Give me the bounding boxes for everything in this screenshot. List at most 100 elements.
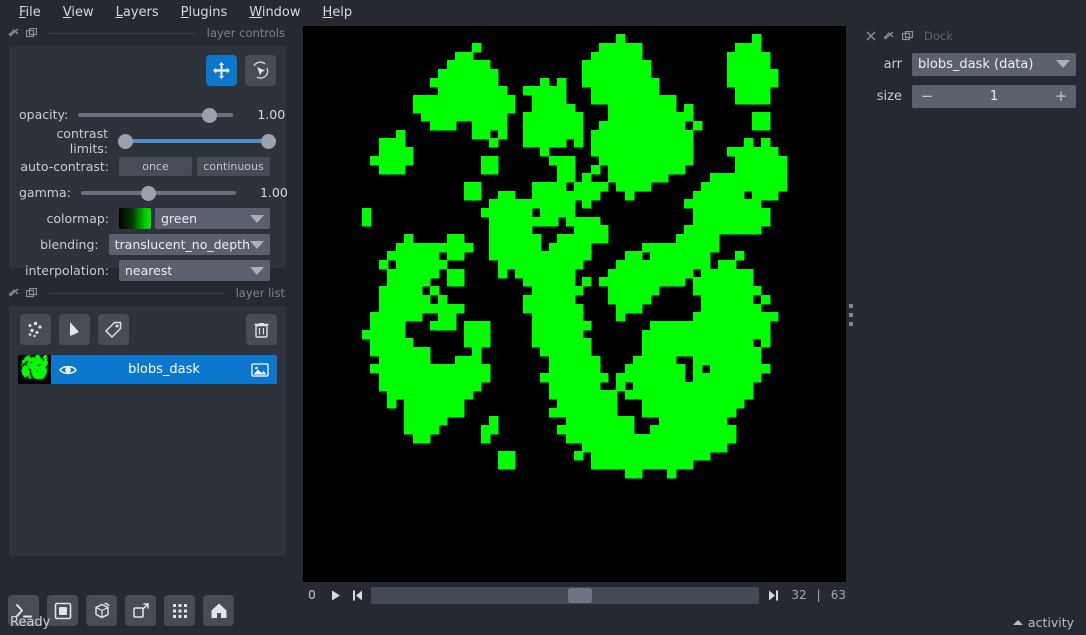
blobs-image[interactable] (303, 26, 846, 582)
dimension-current-value: 32 (791, 588, 807, 602)
chevron-down-icon (250, 240, 264, 249)
dimension-separator: | (816, 588, 821, 602)
delete-layer-button[interactable] (246, 314, 277, 345)
layer-name: blobs_dask (128, 362, 200, 377)
new-labels-layer-button[interactable] (98, 314, 129, 345)
canvas-dock-splitter[interactable] (846, 300, 856, 330)
new-shapes-layer-button[interactable] (59, 314, 90, 345)
chevron-down-icon (250, 266, 264, 275)
image-canvas[interactable] (303, 26, 846, 582)
auto-contrast-once-button[interactable]: once (119, 157, 192, 176)
menu-item-plugins[interactable]: Plugins (170, 2, 239, 23)
gamma-label: gamma: (19, 185, 71, 200)
opacity-row: opacity: 1.00 (19, 102, 285, 127)
dimension-slider-track[interactable] (371, 586, 760, 604)
opacity-value: 1.00 (257, 107, 286, 122)
dock-header: Dock (858, 26, 1086, 46)
layer-list-item[interactable]: blobs_dask (18, 355, 277, 384)
size-increment-button[interactable]: + (1054, 87, 1068, 105)
auto-contrast-label: auto-contrast: (20, 159, 109, 174)
size-row: size − 1 + (866, 82, 1076, 110)
colormap-row: colormap: green (19, 206, 276, 231)
panel-undock-icon[interactable] (26, 287, 37, 299)
arr-label: arr (883, 56, 902, 72)
size-value[interactable]: 1 (934, 89, 1054, 104)
right-dock-panel: Dock arr blobs_dask (data) size − 1 + (858, 26, 1086, 569)
layer-list-panel: blobs_dask (9, 306, 286, 556)
chevron-down-icon (250, 214, 264, 223)
header-divider (49, 32, 195, 34)
opacity-slider[interactable] (78, 106, 234, 124)
activity-label: activity (1027, 614, 1074, 630)
blending-dropdown[interactable]: translucent_no_depth (108, 234, 270, 255)
panel-float-icon[interactable] (8, 287, 20, 299)
dimension-axis-label: 0 (308, 588, 316, 602)
status-message: Ready (10, 614, 51, 630)
colormap-label: colormap: (46, 211, 109, 226)
image-layer-icon (243, 361, 277, 379)
gamma-slider[interactable] (80, 184, 236, 202)
next-frame-icon[interactable] (765, 587, 781, 603)
transform-tool-button[interactable] (245, 55, 276, 86)
dimension-slider: 0 32 | 63 (303, 583, 846, 607)
layer-list-label: layer list (235, 286, 285, 300)
size-label: size (876, 88, 902, 104)
size-stepper[interactable]: − 1 + (912, 84, 1076, 108)
interpolation-row: interpolation: nearest (19, 258, 276, 283)
menu-bar: File View Layers Plugins Window Help (0, 0, 1086, 24)
arr-dropdown[interactable]: blobs_dask (data) (912, 52, 1076, 76)
dock-title: Dock (924, 29, 953, 43)
napari-viewer-window: File View Layers Plugins Window Help layer co… (0, 0, 1086, 635)
opacity-label: opacity: (19, 107, 69, 122)
colormap-dropdown[interactable]: green (155, 208, 270, 229)
contrast-limits-high-handle[interactable] (261, 133, 276, 149)
panel-float-icon[interactable] (883, 30, 895, 42)
interpolation-value: nearest (125, 263, 173, 278)
menu-item-file[interactable]: File (8, 2, 52, 23)
layer-controls-panel: opacity: 1.00 contrast limits: auto-cont… (9, 46, 288, 281)
panel-undock-icon[interactable] (902, 30, 913, 42)
layer-list-header: layer list (0, 284, 295, 302)
visibility-eye-icon[interactable] (51, 360, 85, 380)
new-points-layer-button[interactable] (20, 314, 51, 345)
gamma-handle[interactable] (140, 185, 156, 201)
left-panel: layer controls opacity: 1.00 contrast li… (0, 24, 295, 626)
arr-row: arr blobs_dask (data) (866, 50, 1076, 78)
menu-item-window[interactable]: Window (238, 2, 311, 23)
interpolation-dropdown[interactable]: nearest (119, 260, 270, 281)
blending-label: blending: (40, 237, 99, 252)
contrast-limits-low-handle[interactable] (118, 133, 133, 149)
arr-value: blobs_dask (data) (918, 56, 1034, 72)
blending-value: translucent_no_depth (114, 237, 250, 252)
gamma-track (80, 190, 236, 195)
colormap-swatch[interactable] (119, 208, 151, 229)
chevron-down-icon (1056, 60, 1070, 68)
layer-controls-header: layer controls (0, 24, 295, 42)
previous-frame-icon[interactable] (349, 587, 365, 603)
layer-list-toolbar (20, 314, 277, 345)
pan-zoom-tool-button[interactable] (206, 55, 237, 86)
activity-button[interactable]: activity (1012, 614, 1086, 630)
interpolation-label: interpolation: (25, 263, 109, 278)
colormap-value: green (161, 211, 198, 226)
panel-float-icon[interactable] (8, 27, 20, 39)
close-icon[interactable] (866, 31, 876, 41)
layer-controls-label: layer controls (206, 26, 285, 40)
opacity-handle[interactable] (202, 107, 218, 123)
auto-contrast-row: auto-contrast: once continuous (19, 154, 276, 179)
menu-item-view[interactable]: View (52, 2, 105, 23)
status-bar: Ready activity (0, 609, 1086, 635)
panel-undock-icon[interactable] (26, 27, 37, 39)
contrast-limits-track (118, 138, 276, 143)
menu-item-layers[interactable]: Layers (105, 2, 170, 23)
chevron-up-icon (1012, 619, 1023, 625)
gamma-value: 1.00 (259, 185, 288, 200)
play-icon[interactable] (327, 587, 343, 603)
contrast-limits-slider[interactable] (118, 132, 276, 150)
menu-item-help[interactable]: Help (312, 2, 364, 23)
dimension-slider-handle[interactable] (568, 587, 593, 603)
gamma-row: gamma: 1.00 (19, 180, 288, 205)
layer-tool-buttons (206, 55, 276, 86)
size-decrement-button[interactable]: − (920, 87, 934, 105)
auto-contrast-continuous-button[interactable]: continuous (197, 157, 270, 176)
